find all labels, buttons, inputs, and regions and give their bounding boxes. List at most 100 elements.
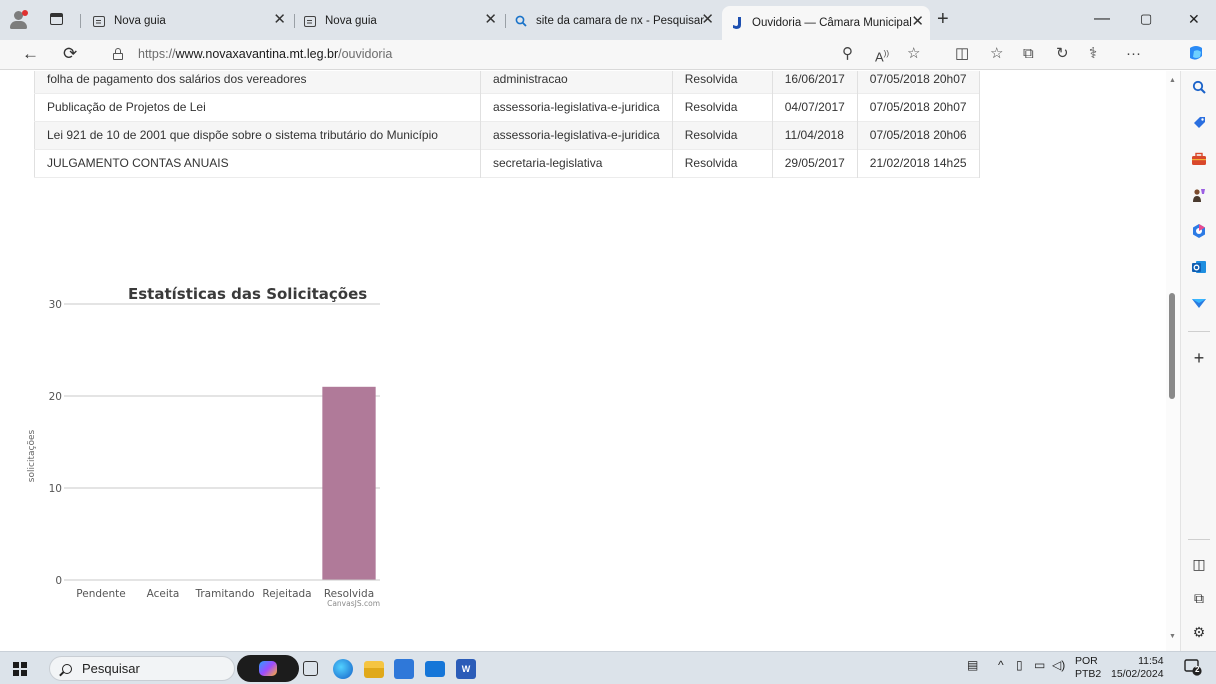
chart-credit: CanvasJS.com bbox=[327, 599, 380, 608]
network-icon[interactable]: ▭ bbox=[1034, 658, 1045, 672]
tab-label: Nova guia bbox=[325, 15, 377, 27]
table-row[interactable]: Lei 921 de 10 de 2001 que dispõe sobre o… bbox=[34, 121, 980, 149]
address-bar[interactable]: https://www.novaxavantina.mt.leg.br/ouvi… bbox=[138, 47, 392, 61]
lock-icon[interactable] bbox=[113, 48, 123, 60]
scroll-thumb[interactable] bbox=[1169, 293, 1175, 399]
search-icon bbox=[62, 663, 72, 674]
x-tick-label: Pendente bbox=[76, 588, 125, 600]
chart-canvas: 0 10 20 30 solicitações Pendente Aceita Tramita… bbox=[27, 299, 380, 608]
close-tab-icon[interactable]: ✕ bbox=[701, 12, 714, 28]
tab-separator bbox=[294, 14, 295, 28]
table-row[interactable]: Publicação de Projetos de Lei assessoria… bbox=[34, 93, 980, 121]
sidebar-divider bbox=[1188, 331, 1210, 332]
task-view-icon[interactable] bbox=[303, 661, 318, 676]
language-code: POR bbox=[1075, 655, 1098, 667]
battery-icon[interactable]: ▯ bbox=[1016, 658, 1023, 672]
cell-assunto: Lei 921 de 10 de 2001 que dispõe sobre o… bbox=[34, 121, 481, 149]
cell-status: Resolvida bbox=[672, 93, 773, 121]
key-icon[interactable]: ⚲ bbox=[842, 46, 853, 62]
cell-data: 29/05/2017 bbox=[772, 149, 858, 177]
read-aloud-icon[interactable]: A)) bbox=[875, 46, 889, 65]
tab-label: Ouvidoria — Câmara Municipal d bbox=[752, 17, 912, 29]
clock-date: 15/02/2024 bbox=[1111, 668, 1164, 680]
microsoft-store-icon[interactable] bbox=[394, 659, 414, 679]
widgets-icon[interactable]: ▤ bbox=[967, 658, 978, 672]
scroll-up-arrow[interactable]: ▲ bbox=[1169, 77, 1176, 84]
tab-label: Nova guia bbox=[114, 15, 166, 27]
browser-toolbar: ← ⟳ https://www.novaxavantina.mt.leg.br/… bbox=[0, 40, 1216, 70]
close-tab-icon[interactable]: ✕ bbox=[911, 14, 924, 30]
page-icon bbox=[92, 14, 106, 28]
table-row[interactable]: folha de pagamento dos salários dos vere… bbox=[34, 71, 980, 93]
cell-atualizado: 21/02/2018 14h25 bbox=[857, 149, 980, 177]
cell-status: Resolvida bbox=[672, 149, 773, 177]
restore-button[interactable]: ▢ bbox=[1140, 10, 1152, 28]
page-icon bbox=[303, 14, 317, 28]
cell-atualizado: 07/05/2018 20h07 bbox=[857, 71, 980, 93]
statistics-chart: 0 10 20 30 solicitações Pendente Aceita Tramita… bbox=[20, 271, 400, 621]
copilot-icon[interactable] bbox=[1186, 44, 1206, 68]
collections-icon[interactable]: ⧉ bbox=[1023, 46, 1034, 62]
file-explorer-icon[interactable] bbox=[364, 661, 384, 678]
input-language[interactable]: POR PTB2 bbox=[1075, 655, 1101, 681]
y-axis-label: solicitações bbox=[27, 430, 37, 483]
word-icon[interactable]: W bbox=[456, 659, 476, 679]
close-tab-icon[interactable]: ✕ bbox=[484, 12, 497, 28]
send-icon[interactable] bbox=[1190, 294, 1208, 312]
notification-icon[interactable]: 2 bbox=[1184, 658, 1202, 676]
cell-data: 04/07/2017 bbox=[772, 93, 858, 121]
mail-icon[interactable] bbox=[425, 661, 445, 677]
tab-separator bbox=[505, 14, 506, 28]
copilot-icon bbox=[259, 661, 277, 676]
tab-actions-icon[interactable] bbox=[50, 13, 63, 25]
refresh-button[interactable]: ⟳ bbox=[63, 45, 77, 63]
x-tick-label: Rejeitada bbox=[262, 588, 311, 600]
extensions-icon[interactable]: ⚕ bbox=[1089, 46, 1097, 62]
shopping-tag-icon[interactable] bbox=[1190, 114, 1208, 132]
new-tab-button[interactable]: + bbox=[937, 9, 949, 29]
open-external-icon[interactable]: ⧉ bbox=[1190, 589, 1208, 607]
favorite-star-icon[interactable]: ☆ bbox=[907, 46, 920, 62]
outlook-icon[interactable] bbox=[1190, 258, 1208, 276]
microsoft-365-icon[interactable] bbox=[1190, 222, 1208, 240]
tab-nova-guia-2[interactable]: Nova guia ✕ bbox=[303, 8, 503, 34]
games-icon[interactable] bbox=[1190, 186, 1208, 204]
search-icon[interactable] bbox=[1190, 78, 1208, 96]
tools-briefcase-icon[interactable] bbox=[1190, 150, 1208, 168]
scroll-down-arrow[interactable]: ▼ bbox=[1169, 633, 1176, 640]
close-tab-icon[interactable]: ✕ bbox=[273, 12, 286, 28]
system-clock[interactable]: 11:54 15/02/2024 bbox=[1111, 655, 1164, 681]
cell-data: 11/04/2018 bbox=[772, 121, 858, 149]
profile-icon[interactable] bbox=[8, 10, 30, 30]
windows-taskbar: Pesquisar W ▤ ^ ▯ ▭ ◁) POR PTB2 11:54 15… bbox=[0, 651, 1216, 684]
show-hidden-icons-chevron[interactable]: ^ bbox=[998, 658, 1004, 672]
volume-icon[interactable]: ◁) bbox=[1052, 658, 1065, 672]
favorites-icon[interactable]: ☆ bbox=[990, 46, 1003, 62]
cell-status: Resolvida bbox=[672, 121, 773, 149]
browser-tab-strip: Nova guia ✕ Nova guia ✕ site da camara d… bbox=[0, 0, 1216, 40]
minimize-button[interactable]: — bbox=[1094, 10, 1110, 28]
page-scrollbar[interactable]: ▲ ▼ bbox=[1166, 71, 1180, 651]
chart-title: Estatísticas das Solicitações bbox=[128, 285, 368, 303]
tab-nova-guia-1[interactable]: Nova guia ✕ bbox=[92, 8, 292, 34]
sidebar-panel-icon[interactable]: ◫ bbox=[1190, 555, 1208, 573]
cell-atualizado: 07/05/2018 20h06 bbox=[857, 121, 980, 149]
add-sidebar-app-icon[interactable]: + bbox=[1190, 348, 1208, 368]
y-tick-label: 30 bbox=[49, 299, 62, 311]
tab-ouvidoria[interactable]: Ouvidoria — Câmara Municipal d ✕ bbox=[722, 6, 930, 40]
history-icon[interactable]: ↻ bbox=[1056, 46, 1069, 62]
copilot-button[interactable] bbox=[237, 655, 299, 682]
split-screen-icon[interactable]: ◫ bbox=[955, 46, 969, 62]
table-row[interactable]: JULGAMENTO CONTAS ANUAIS secretaria-legi… bbox=[34, 149, 980, 177]
cell-assunto: JULGAMENTO CONTAS ANUAIS bbox=[34, 149, 481, 177]
edge-taskbar-icon[interactable] bbox=[333, 659, 353, 679]
close-window-button[interactable]: ✕ bbox=[1188, 10, 1200, 28]
more-menu-icon[interactable]: ··· bbox=[1126, 46, 1141, 62]
settings-gear-icon[interactable]: ⚙ bbox=[1190, 623, 1208, 641]
tab-search[interactable]: site da camara de nx - Pesquisar ✕ bbox=[514, 8, 720, 34]
cell-atualizado: 07/05/2018 20h07 bbox=[857, 93, 980, 121]
windows-start-icon[interactable] bbox=[13, 662, 27, 676]
taskbar-search[interactable]: Pesquisar bbox=[49, 656, 235, 681]
cell-status: Resolvida bbox=[672, 71, 773, 93]
back-button[interactable]: ← bbox=[22, 45, 39, 63]
